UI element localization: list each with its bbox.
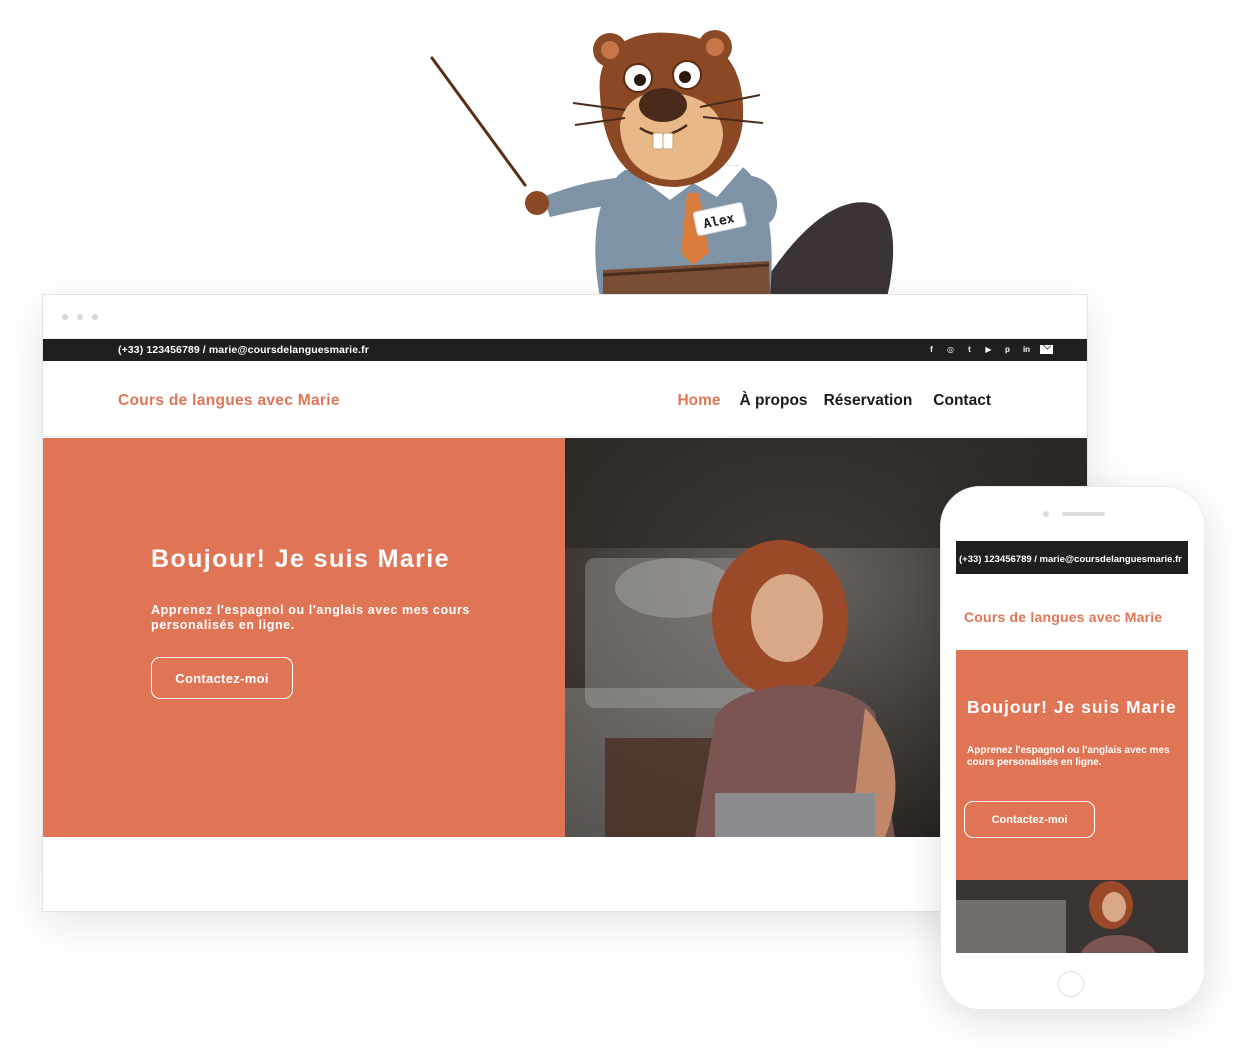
instagram-icon[interactable]: ◎ (941, 343, 960, 356)
mobile-hero-section: Boujour! Je suis Marie Apprenez l'espagn… (956, 650, 1188, 880)
linkedin-icon[interactable]: in (1017, 343, 1036, 356)
hero-subtitle: Apprenez l'espagnol ou l'anglais avec me… (151, 603, 470, 632)
social-links: f ◎ t ▶ p in (922, 343, 1053, 356)
hero-text-panel: Boujour! Je suis Marie Apprenez l'espagn… (43, 438, 565, 837)
phone-camera-icon (1043, 511, 1049, 517)
facebook-icon[interactable]: f (922, 343, 941, 356)
window-dot-icon (62, 314, 68, 320)
window-dot-icon (77, 314, 83, 320)
phone-home-button[interactable] (1058, 971, 1084, 997)
contact-me-button[interactable]: Contactez-moi (151, 657, 293, 699)
phone-screen: (+33) 123456789 / marie@coursdelanguesma… (956, 541, 1188, 953)
site-brand-link[interactable]: Cours de langues avec Marie (118, 392, 340, 410)
nav-item-reservation[interactable]: Réservation (824, 392, 913, 410)
beaver-mascot-illustration: Alex (430, 30, 894, 297)
mobile-contact-topbar: (+33) 123456789 / marie@coursdelanguesma… (956, 541, 1188, 574)
nav-item-a-propos[interactable]: À propos (740, 392, 808, 410)
main-navigation: Cours de langues avec Marie Home À propo… (43, 361, 1087, 437)
pinterest-icon[interactable]: p (998, 343, 1017, 356)
mobile-contact-me-button[interactable]: Contactez-moi (964, 801, 1095, 838)
contact-topbar: (+33) 123456789 / marie@coursdelanguesma… (43, 339, 1087, 361)
mobile-hero-subtitle: Apprenez l'espagnol ou l'anglais avec me… (967, 745, 1170, 768)
window-dot-icon (92, 314, 98, 320)
browser-chrome (43, 295, 1087, 339)
hero-section: Boujour! Je suis Marie Apprenez l'espagn… (43, 438, 1087, 837)
mobile-site-brand-link[interactable]: Cours de langues avec Marie (964, 609, 1162, 625)
twitter-icon[interactable]: t (960, 343, 979, 356)
hero-title: Boujour! Je suis Marie (151, 545, 450, 573)
mobile-hero-photo (956, 880, 1188, 953)
mail-icon[interactable] (1040, 345, 1053, 354)
desktop-browser-mockup: (+33) 123456789 / marie@coursdelanguesma… (42, 294, 1088, 912)
phone-speaker (1062, 512, 1105, 516)
topbar-contact-info: (+33) 123456789 / marie@coursdelanguesma… (118, 344, 369, 356)
mobile-hero-title: Boujour! Je suis Marie (967, 697, 1177, 717)
nav-menu: Home À propos Réservation Contact (677, 392, 991, 410)
phone-mockup: (+33) 123456789 / marie@coursdelanguesma… (940, 486, 1205, 1010)
nav-item-contact[interactable]: Contact (933, 392, 991, 410)
nav-item-home[interactable]: Home (677, 392, 720, 410)
youtube-icon[interactable]: ▶ (979, 343, 998, 356)
